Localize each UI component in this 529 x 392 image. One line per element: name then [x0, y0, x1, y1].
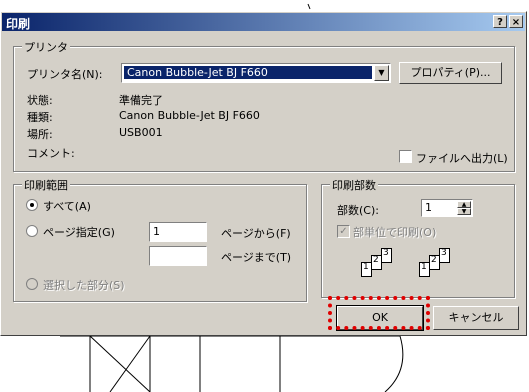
copies-group-label: 印刷部数	[330, 177, 378, 193]
print-range-group-label: 印刷範囲	[22, 177, 70, 193]
page-to-input[interactable]	[149, 246, 207, 266]
location-label: 場所:	[27, 128, 53, 141]
range-selection-label[interactable]: 選択した部分(S)	[43, 277, 125, 293]
help-button[interactable]: ?	[493, 15, 507, 28]
collate-icon: 1 2 3	[361, 248, 401, 282]
page-from-input[interactable]: 1	[149, 222, 207, 242]
spin-up-icon[interactable]: ▲	[457, 201, 471, 208]
print-to-file-checkbox[interactable]	[399, 150, 412, 163]
type-value: Canon Bubble-Jet BJ F660	[119, 109, 260, 122]
chevron-down-icon[interactable]: ▼	[374, 65, 389, 81]
printer-name-select[interactable]: Canon Bubble-Jet BJ F660 ▼	[121, 63, 391, 83]
properties-button[interactable]: プロパティ(P)...	[399, 62, 502, 84]
print-dialog: 印刷 ? × プリンタ プリンタ名(N): Canon Bubble-Jet B…	[0, 11, 527, 336]
copies-count-value: 1	[425, 201, 432, 214]
page-from-label: ページから(F)	[221, 227, 291, 240]
page-to-label: ページまで(T)	[221, 251, 292, 264]
print-to-file-label[interactable]: ファイルへ出力(L)	[416, 150, 508, 166]
collate-checkbox[interactable]: ✓	[337, 225, 350, 238]
location-value: USB001	[119, 126, 163, 139]
spin-down-icon[interactable]: ▼	[457, 208, 471, 215]
range-pages-radio[interactable]	[26, 225, 38, 237]
printer-group-label: プリンタ	[22, 39, 70, 55]
close-button[interactable]: ×	[509, 15, 523, 28]
copies-count-label: 部数(C):	[337, 204, 379, 217]
collate-label[interactable]: 部単位で印刷(O)	[353, 224, 436, 240]
collate-icon-2: 1 2 3	[419, 248, 459, 282]
range-all-radio[interactable]	[26, 199, 38, 211]
type-label: 種類:	[27, 111, 53, 124]
ok-highlight-marker	[328, 296, 430, 330]
printer-name-value: Canon Bubble-Jet BJ F660	[123, 65, 373, 80]
title-bar[interactable]: 印刷 ? ×	[2, 13, 525, 31]
range-pages-label[interactable]: ページ指定(G)	[43, 224, 115, 240]
cancel-button[interactable]: キャンセル	[433, 306, 519, 330]
dialog-title: 印刷	[6, 17, 31, 31]
range-all-label[interactable]: すべて(A)	[43, 198, 91, 214]
range-selection-radio[interactable]	[26, 278, 38, 290]
copies-count-input[interactable]: 1 ▲ ▼	[421, 199, 473, 217]
status-label: 状態:	[27, 94, 53, 107]
status-value: 準備完了	[119, 94, 163, 107]
printer-name-label: プリンタ名(N):	[27, 68, 103, 81]
comment-label: コメント:	[27, 147, 75, 160]
